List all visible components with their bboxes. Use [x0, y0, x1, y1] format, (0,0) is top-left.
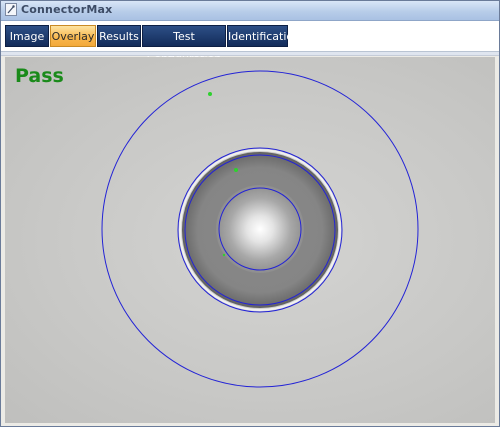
tab-overlay[interactable]: Overlay: [50, 25, 96, 47]
title-bar: ConnectorMax: [1, 1, 499, 21]
defect-marker: [222, 253, 226, 257]
tab-image[interactable]: Image: [5, 25, 49, 47]
defect-marker: [208, 92, 212, 96]
tab-bar: Image Overlay Results Test Configuration…: [1, 21, 499, 65]
window-title: ConnectorMax: [21, 3, 113, 16]
tab-identification[interactable]: Identification: [227, 25, 300, 47]
pass-status-label: Pass: [15, 65, 64, 87]
fiber-overlay-canvas: [101, 70, 419, 388]
tab-results[interactable]: Results: [97, 25, 141, 47]
defect-marker: [234, 168, 238, 172]
tab-test-configuration[interactable]: Test Configuration: [142, 25, 226, 65]
tab-separator: [1, 52, 499, 56]
core-glow: [216, 185, 304, 273]
app-window: ConnectorMax Image Overlay Results Test …: [0, 0, 500, 427]
app-icon: [5, 3, 17, 16]
fiber-end-face-view: Pass: [5, 57, 495, 423]
